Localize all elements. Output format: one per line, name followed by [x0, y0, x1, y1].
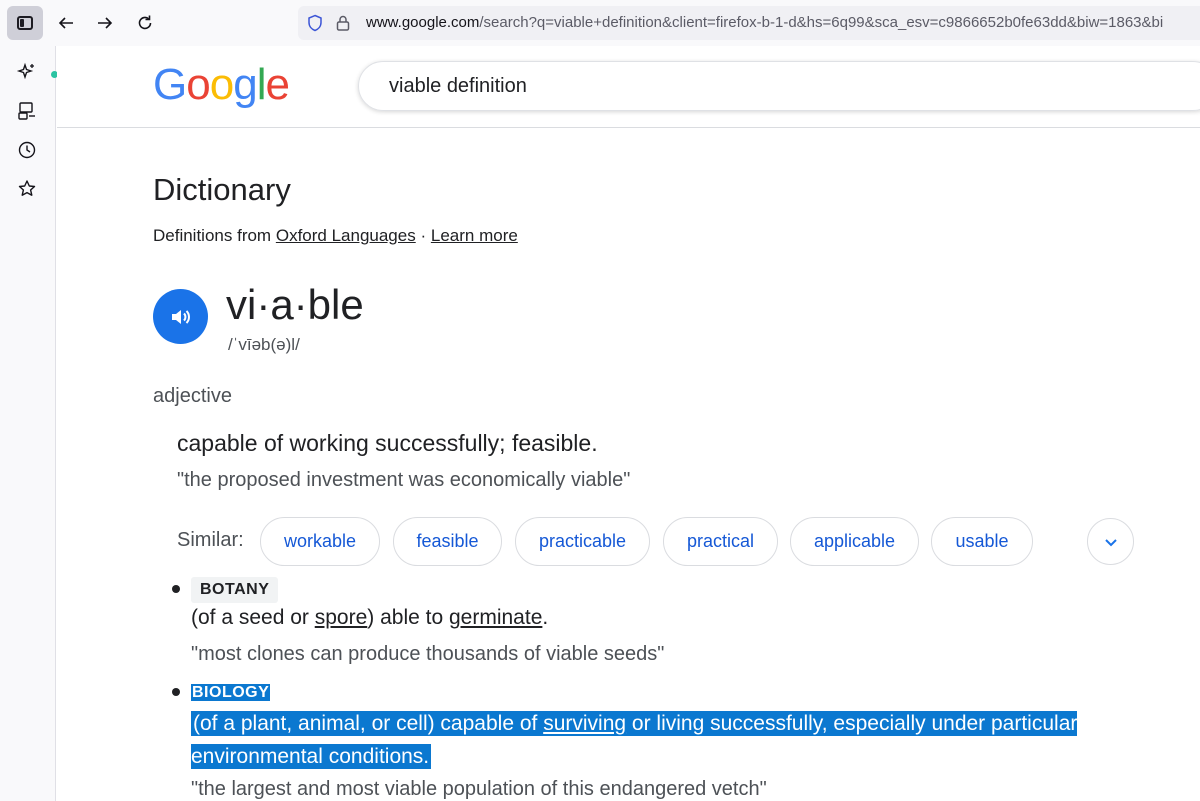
- oxford-languages-link[interactable]: Oxford Languages: [276, 226, 416, 245]
- sidebar-bookmarks-button[interactable]: [16, 178, 38, 200]
- similar-chip-workable[interactable]: workable: [260, 517, 380, 566]
- germinate-link[interactable]: germinate: [449, 606, 542, 629]
- star-icon: [18, 180, 36, 196]
- reload-button[interactable]: [130, 8, 160, 38]
- browser-sidebar: [0, 46, 58, 801]
- similar-chip-usable[interactable]: usable: [931, 517, 1033, 566]
- google-header: Google: [57, 46, 1200, 128]
- example-1: "the proposed investment was economicall…: [177, 469, 631, 491]
- surviving-link[interactable]: surviving: [543, 712, 626, 735]
- spore-link[interactable]: spore: [315, 606, 368, 629]
- similar-chip-applicable[interactable]: applicable: [790, 517, 919, 566]
- address-bar[interactable]: www.google.com/search?q=viable+definitio…: [298, 6, 1200, 40]
- similar-chip-feasible[interactable]: feasible: [393, 517, 502, 566]
- search-box[interactable]: [358, 61, 1200, 111]
- back-button[interactable]: [51, 8, 81, 38]
- example-botany: "most clones can produce thousands of vi…: [191, 643, 665, 665]
- learn-more-link[interactable]: Learn more: [431, 226, 518, 245]
- sidebar-synced-tabs-button[interactable]: [16, 100, 38, 122]
- botany-tag: BOTANY: [191, 577, 279, 603]
- example-biology: "the largest and most viable population …: [191, 778, 767, 800]
- pronunciation-button[interactable]: [153, 289, 208, 344]
- speaker-icon: [171, 309, 190, 324]
- google-logo[interactable]: Google: [153, 60, 290, 110]
- phonetic: /ˈvīəb(ə)l/: [228, 335, 300, 354]
- chevron-down-icon: [1104, 538, 1117, 546]
- url-text[interactable]: www.google.com/search?q=viable+definitio…: [366, 6, 1163, 40]
- similar-chip-practicable[interactable]: practicable: [515, 517, 650, 566]
- biology-tag: BIOLOGY: [191, 680, 279, 706]
- sidebar-ai-chatbot-button[interactable]: [16, 61, 58, 83]
- list-bullet: [172, 585, 180, 593]
- sidebar-history-button[interactable]: [16, 139, 38, 161]
- arrow-left-icon: [58, 17, 73, 29]
- similar-label: Similar:: [177, 529, 244, 551]
- clock-icon: [18, 141, 36, 159]
- definition-biology: (of a plant, animal, or cell) capable of…: [191, 711, 1078, 769]
- forward-button[interactable]: [90, 8, 120, 38]
- list-bullet: [172, 688, 180, 696]
- arrow-right-icon: [98, 17, 113, 29]
- expand-similar-button[interactable]: [1087, 518, 1134, 565]
- browser-toolbar: www.google.com/search?q=viable+definitio…: [0, 0, 1200, 46]
- part-of-speech: adjective: [153, 385, 232, 407]
- sidebar-icon: [17, 16, 33, 30]
- headword: vi·a·ble: [226, 281, 364, 328]
- search-input[interactable]: [389, 62, 1169, 110]
- tracking-protection-shield-icon[interactable]: [306, 14, 324, 32]
- definition-botany: (of a seed or spore) able to germinate.: [191, 606, 549, 629]
- similar-chip-practical[interactable]: practical: [663, 517, 778, 566]
- definition-1: capable of working successfully; feasibl…: [177, 430, 598, 456]
- lock-icon[interactable]: [334, 14, 352, 32]
- sidebar-toggle-button[interactable]: [7, 6, 43, 40]
- dictionary-source: Definitions from Oxford Languages · Lear…: [153, 226, 518, 245]
- synced-tabs-icon: [18, 102, 35, 120]
- sparkle-icon: [16, 62, 34, 80]
- dictionary-title: Dictionary: [153, 172, 291, 207]
- reload-icon: [138, 15, 152, 30]
